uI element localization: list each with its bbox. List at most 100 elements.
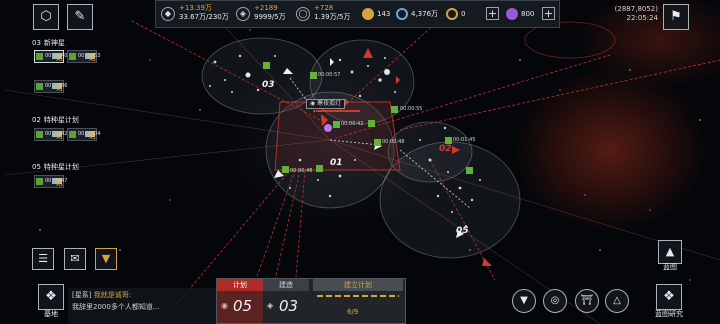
fleet-group-header-2[interactable]: 02 特种星计划 (32, 115, 79, 125)
fuel-icon (362, 8, 374, 20)
chat-speaker: 我就是诚哥: (93, 291, 132, 299)
fleet-marker[interactable] (333, 121, 340, 128)
metal-icon: ◆ (161, 7, 175, 21)
gem-value: 800 (521, 10, 535, 18)
fleet-group-number: 05 (32, 163, 41, 171)
fleet-group-name: 特种星计划 (43, 163, 79, 171)
fleet-marker[interactable] (391, 106, 398, 113)
mail-list-button[interactable]: ☰ (32, 248, 54, 270)
crystal-delta: +2189 (254, 4, 278, 12)
credit-value: 4,376万 (411, 10, 439, 18)
scan-button[interactable]: ◎ (543, 289, 567, 313)
fleet-group-header-1[interactable]: 03 新神星 (32, 38, 65, 48)
chat-panel[interactable]: [星系] 我就是诚哥: 我辞里2000多个人都知道... (68, 288, 216, 324)
add-coin-button[interactable]: + (486, 7, 499, 20)
create-plan-button[interactable]: 建立计划 (313, 279, 403, 291)
crystal-value: 9999/5万 (254, 13, 286, 21)
fleet-group-number: 02 (32, 116, 41, 124)
task-list-button[interactable]: ✎ (67, 4, 93, 30)
crystal-node[interactable] (324, 124, 332, 132)
tab-build[interactable]: 建造 (263, 279, 309, 291)
gas-value: 1.39万/5万 (314, 13, 351, 21)
blueprint-research-button[interactable]: ❖ (656, 284, 682, 310)
fleet-timer-label: 00:01:45 (453, 137, 476, 143)
fleet-slot[interactable]: 00:00:47A1 (34, 175, 67, 188)
fleet-marker[interactable] (368, 120, 375, 127)
fleet-marker[interactable] (310, 72, 317, 79)
fleet-marker[interactable] (466, 167, 473, 174)
alliance-action-button[interactable]: △ (605, 289, 629, 313)
fleet-timer-label: 00:00:48 (290, 168, 313, 174)
build-icon: ◈ (267, 301, 274, 310)
build-count-box[interactable]: ◈ 03 (263, 291, 309, 323)
game-screen: ⬡ ✎ ◆ +13.39万 33.67万/230万 ◈ +2189 9999/5… (0, 0, 720, 324)
currency-gem[interactable]: 800 (506, 7, 534, 21)
fleet-slot[interactable]: 00:01:36A1 (34, 80, 67, 93)
currency-fuel[interactable]: 143 (362, 7, 390, 21)
plan-progress-bar (317, 295, 399, 297)
plan-count-box[interactable]: ◉ 05 (217, 291, 263, 323)
gem-icon (506, 8, 518, 20)
mail-button[interactable]: ✉ (64, 248, 86, 270)
fleet-marker[interactable] (263, 62, 270, 69)
galaxy-map[interactable] (0, 0, 720, 324)
resource-crystal[interactable]: ◈ +2189 9999/5万 (236, 4, 294, 26)
plan-panel: 计划 建造 ◉ 05 ◈ 03 建立计划 6/9 (216, 278, 406, 324)
fleet-slot[interactable]: 00:01:40A1 (34, 50, 67, 63)
blueprint-button[interactable]: ▲ (658, 240, 682, 264)
coin-value: 0 (461, 10, 466, 18)
plan-count: 05 (233, 297, 253, 315)
currency-coin[interactable]: 0 (446, 7, 465, 21)
fleet-action-button[interactable]: ▼ (512, 289, 536, 313)
fleet-timer-label: 00:00:42 (341, 121, 364, 127)
fleet-marker[interactable] (316, 165, 323, 172)
position-text: (2887,8052) (614, 5, 658, 13)
fleet-group-header-3[interactable]: 05 特种星计划 (32, 162, 79, 172)
resource-bar: ◆ +13.39万 33.67万/230万 ◈ +2189 9999/5万 ◯ … (155, 0, 560, 28)
fleet-timer-label: 00:00:57 (318, 72, 341, 78)
fleet-number-label: 05 (456, 226, 469, 236)
fleet-timer-label: 00:00:48 (382, 139, 405, 145)
gas-icon: ◯ (296, 7, 310, 21)
fleet-timer-label: 00:00:55 (400, 106, 423, 112)
resource-metal[interactable]: ◆ +13.39万 33.67万/230万 (161, 4, 231, 26)
time-text: 22:05:24 (626, 14, 658, 22)
plan-icon: ◉ (221, 301, 228, 310)
fleet-slot[interactable]: 00:02:53A1 (67, 50, 100, 63)
fleet-number-label: 01 (330, 158, 343, 168)
chat-line: [星系] 我就是诚哥: (72, 289, 212, 301)
resource-gas[interactable]: ◯ +728 1.39万/5万 (296, 4, 354, 26)
fleet-number-label: 02 (439, 144, 452, 154)
blueprint-research-label: 蓝图研究 (655, 310, 683, 318)
chat-channel: [星系] (72, 291, 92, 299)
fleet-slot[interactable]: 00:26:04A1 (67, 128, 100, 141)
crystal-icon: ◈ (236, 7, 250, 21)
shield-button[interactable]: ⛩ (575, 289, 599, 313)
add-gem-button[interactable]: + (542, 7, 555, 20)
target-label[interactable]: ◉ 寒夜孤灯 (306, 99, 346, 109)
fleet-group-number: 03 (32, 39, 41, 47)
blueprint-label: 蓝图 (663, 263, 677, 271)
metal-delta: +13.39万 (179, 4, 212, 12)
coin-icon (446, 8, 458, 20)
target-name: 寒夜孤灯 (317, 100, 342, 107)
build-count: 03 (279, 297, 299, 315)
fleet-slot[interactable]: 00:02:42A1 (34, 128, 67, 141)
tab-plan[interactable]: 计划 (217, 279, 263, 291)
fleet-marker[interactable] (445, 137, 452, 144)
fleet-marker[interactable] (374, 139, 381, 146)
base-button[interactable]: ❖ (38, 284, 64, 310)
gas-delta: +728 (314, 4, 334, 12)
fleet-group-name: 新神星 (43, 39, 65, 47)
fleet-number-label: 03 (262, 80, 275, 90)
chat-message: 我辞里2000多个人都知道... (72, 303, 160, 311)
fleet-overview-button[interactable]: ⬡ (33, 4, 59, 30)
base-label: 基地 (44, 310, 58, 318)
bookmark-button[interactable]: ⚑ (663, 4, 689, 30)
currency-credit[interactable]: 4,376万 (396, 7, 438, 21)
fleet-group-name: 特种星计划 (43, 116, 79, 124)
fleet-marker[interactable] (282, 166, 289, 173)
metal-value: 33.67万/230万 (179, 13, 229, 21)
alliance-button[interactable]: ▼ (95, 248, 117, 270)
coordinates-panel: (2887,8052) 22:05:24 (606, 5, 658, 23)
